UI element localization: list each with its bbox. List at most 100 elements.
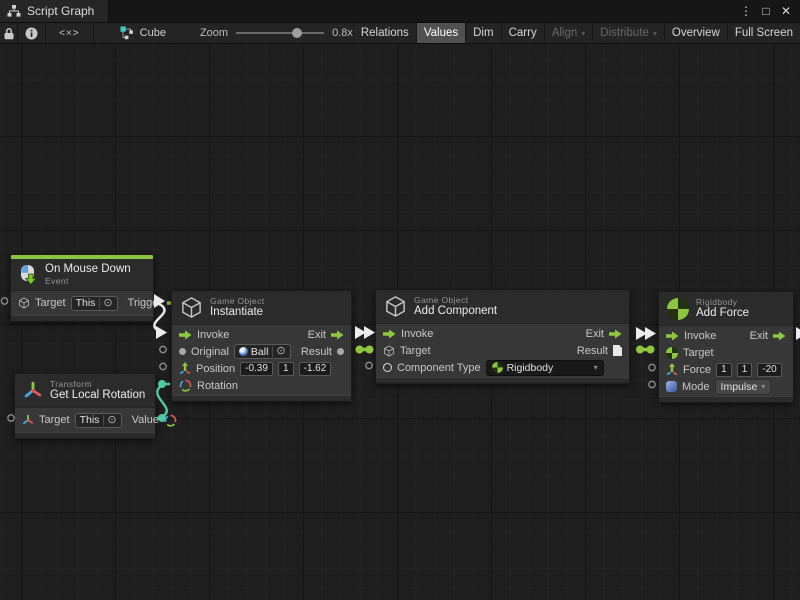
trigger-port-label: Trigger (128, 297, 162, 309)
align-label: Align (552, 27, 578, 39)
window-close-button[interactable]: ✕ (778, 3, 794, 19)
lock-icon (3, 27, 15, 40)
zoom-slider-track (236, 32, 324, 34)
overview-label: Overview (672, 27, 720, 39)
mode-dropdown[interactable]: Impulse ▾ (715, 379, 772, 395)
node-on-mouse-down[interactable]: On Mouse Down Event Target This ⊙ (10, 254, 154, 322)
graph-canvas[interactable]: On Mouse Down Event Target This ⊙ (0, 44, 800, 600)
component-type-row: Component Type Rigidbody ▾ (376, 359, 629, 376)
tab-title: Script Graph (27, 4, 94, 18)
zoom-slider[interactable] (236, 26, 324, 40)
dim-button[interactable]: Dim (465, 23, 500, 43)
info-button[interactable] (18, 23, 46, 43)
target-object-field[interactable]: This ⊙ (75, 413, 122, 428)
chevron-down-icon: ▾ (594, 363, 598, 372)
port-target-in[interactable] (366, 346, 374, 354)
port-invoke-in[interactable] (645, 327, 656, 340)
port-instantiate-position (160, 363, 166, 369)
distribute-label: Distribute (600, 27, 649, 39)
game-object-icon (180, 296, 203, 319)
component-type-value: Rigidbody (507, 362, 554, 374)
node-subtitle: Transform (50, 379, 145, 389)
target-row: Target (659, 344, 793, 361)
port-add-component-type (366, 362, 372, 368)
position-icon (179, 362, 191, 375)
flow-arrow-icon (666, 331, 679, 341)
mode-port-label: Mode (682, 381, 710, 393)
position-z-input[interactable]: -1.62 (299, 362, 332, 376)
carry-button[interactable]: Carry (501, 23, 544, 43)
window-menu-button[interactable]: ⋮ (738, 3, 754, 19)
node-header: Rigidbody Add Force (659, 292, 793, 326)
code-view-button[interactable]: <×> (46, 23, 94, 43)
distribute-button[interactable]: Distribute ▾ (592, 23, 664, 43)
info-icon (25, 27, 38, 40)
node-title: Add Force (696, 307, 749, 321)
port-exit-out-clipped[interactable] (796, 327, 800, 340)
force-z-input[interactable]: -20 (757, 363, 781, 377)
original-port-label: Original (191, 346, 229, 358)
node-add-force[interactable]: Rigidbody Add Force Invoke Exit (658, 291, 794, 403)
node-title: On Mouse Down (45, 263, 131, 277)
target-port-label: Target (39, 414, 70, 426)
object-picker-button[interactable]: ⊙ (272, 346, 285, 357)
component-type-dropdown[interactable]: Rigidbody ▾ (486, 360, 604, 376)
exit-port-label: Exit (750, 330, 768, 342)
flow-arrow-icon (609, 329, 622, 339)
force-x-input[interactable]: 1 (716, 363, 732, 377)
rotation-icon (164, 414, 177, 427)
tab-script-graph[interactable]: Script Graph (0, 0, 109, 22)
align-button[interactable]: Align ▾ (544, 23, 593, 43)
port-invoke-in[interactable] (156, 326, 167, 339)
port-on-mouse-down-target (1, 298, 7, 304)
port-target-in[interactable] (647, 346, 655, 354)
port-exit-out[interactable] (355, 326, 366, 339)
window-maximize-button[interactable]: □ (758, 3, 774, 19)
position-row: Position -0.39 1 -1.62 (172, 360, 351, 377)
port-result-out[interactable] (356, 346, 364, 354)
port-result-out[interactable] (636, 346, 644, 354)
rotation-port-label: Rotation (197, 380, 238, 392)
flow-arrow-icon (179, 330, 192, 340)
transform-icon (22, 414, 34, 426)
position-y-input[interactable]: 1 (278, 362, 294, 376)
target-value: This (76, 297, 96, 309)
position-x-input[interactable]: -0.39 (240, 362, 273, 376)
object-picker-button[interactable]: ⊙ (103, 415, 116, 426)
overview-button[interactable]: Overview (664, 23, 727, 43)
flow-arrow-icon (331, 330, 344, 340)
graph-asset-icon (120, 26, 134, 40)
full-screen-button[interactable]: Full Screen (727, 23, 800, 43)
value-port-icon (179, 348, 186, 355)
object-picker-button[interactable]: ⊙ (99, 298, 112, 309)
chevron-down-icon: ▾ (581, 29, 585, 38)
enum-icon (666, 381, 677, 392)
target-value: This (80, 414, 100, 426)
node-instantiate[interactable]: Game Object Instantiate Invoke Exit (171, 290, 352, 402)
lock-button[interactable] (0, 23, 18, 43)
type-port-icon (383, 363, 392, 372)
invoke-port-label: Invoke (401, 328, 433, 340)
original-object-field[interactable]: Ball ⊙ (234, 344, 291, 359)
zoom-slider-handle[interactable] (292, 28, 302, 38)
node-footer (15, 432, 155, 438)
node-get-local-rotation[interactable]: Transform Get Local Rotation Target (14, 373, 156, 439)
target-port-label: Target (683, 347, 714, 359)
relations-button[interactable]: Relations (353, 23, 416, 43)
graph-reference[interactable]: Cube (120, 23, 166, 43)
full-screen-label: Full Screen (735, 27, 793, 39)
node-footer (376, 377, 629, 383)
document-icon (613, 345, 622, 356)
node-title: Add Component (414, 305, 497, 319)
flow-row: Invoke Exit (172, 326, 351, 343)
port-rotation-in[interactable] (158, 380, 166, 388)
node-subtitle: Game Object (414, 295, 497, 305)
values-button[interactable]: Values (416, 23, 465, 43)
target-value-row: Target This ⊙ Value (15, 409, 155, 431)
port-exit-out[interactable] (636, 327, 647, 340)
script-graph-window: Script Graph ⋮ □ ✕ (0, 0, 800, 600)
port-invoke-in[interactable] (364, 326, 375, 339)
node-add-component[interactable]: Game Object Add Component Invoke Exit (375, 289, 630, 384)
force-y-input[interactable]: 1 (737, 363, 753, 377)
target-object-field[interactable]: This ⊙ (71, 296, 118, 311)
